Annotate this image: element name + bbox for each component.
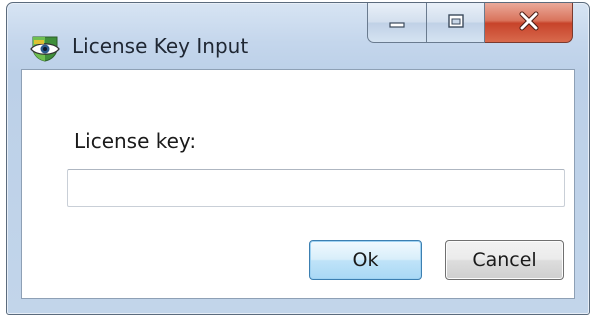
license-key-input[interactable]	[67, 169, 565, 207]
ok-button[interactable]: Ok	[309, 240, 422, 280]
license-key-dialog: License Key Input License key: Ok Cancel	[6, 2, 590, 315]
maximize-button[interactable]	[427, 3, 485, 43]
dialog-body: License key: Ok Cancel	[21, 69, 575, 299]
window-title: License Key Input	[72, 34, 249, 58]
window-controls	[367, 3, 573, 47]
license-key-label: License key:	[74, 129, 197, 153]
maximize-icon	[447, 13, 465, 33]
cancel-button[interactable]: Cancel	[445, 240, 564, 280]
close-button[interactable]	[485, 3, 573, 43]
title-bar[interactable]: License Key Input	[7, 3, 589, 69]
minimize-button[interactable]	[367, 3, 427, 43]
minimize-icon	[387, 13, 407, 32]
close-icon	[518, 11, 540, 35]
eye-shield-icon	[30, 34, 60, 62]
